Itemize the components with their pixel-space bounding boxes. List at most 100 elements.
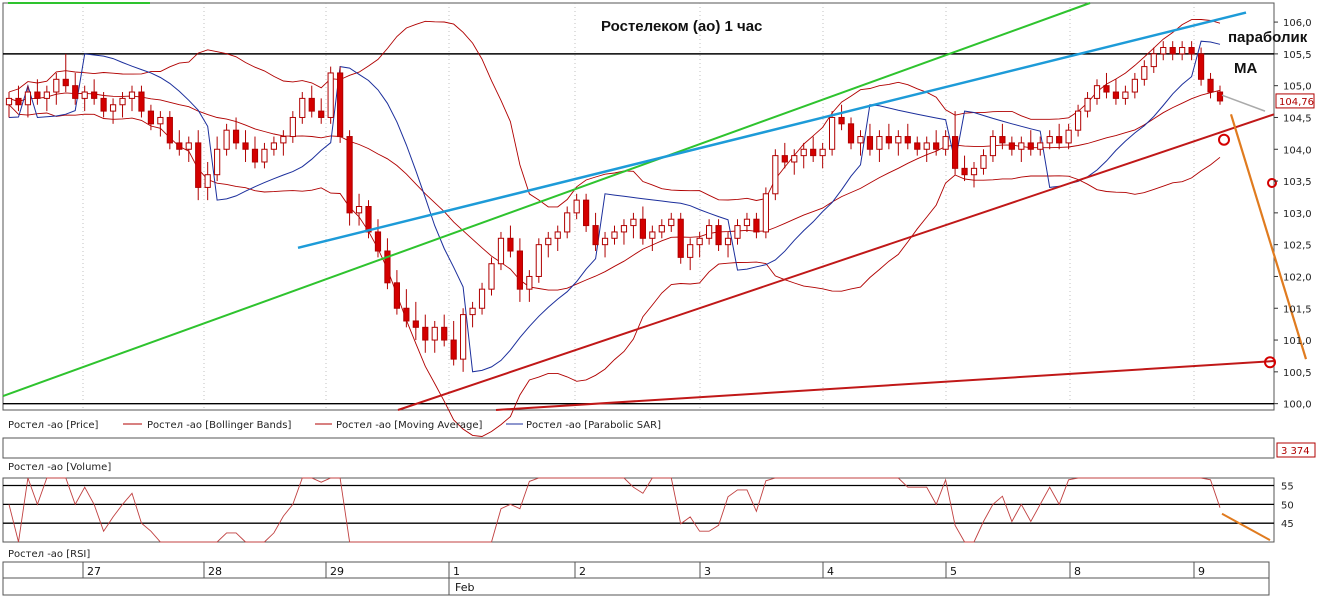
candle-body bbox=[1056, 136, 1063, 144]
date-label: 1 bbox=[453, 565, 460, 578]
candle-body bbox=[885, 136, 892, 144]
annotation-ma: MA bbox=[1234, 60, 1257, 77]
candle-body bbox=[365, 206, 372, 233]
candle-body bbox=[923, 142, 930, 150]
last-price-label: 104,76 bbox=[1279, 97, 1314, 108]
candle-body bbox=[649, 231, 656, 239]
candle-body bbox=[1018, 142, 1025, 150]
candle-body bbox=[128, 91, 136, 99]
candle-body bbox=[53, 78, 60, 93]
candle-body bbox=[242, 142, 249, 150]
candle-body bbox=[100, 97, 107, 112]
candle-body bbox=[895, 136, 902, 144]
candle-body bbox=[1084, 97, 1091, 112]
candle-body bbox=[5, 97, 13, 106]
candle-body bbox=[327, 72, 334, 118]
candle-body bbox=[34, 91, 41, 99]
candle-body bbox=[157, 116, 164, 125]
price-tick-label: 103,5 bbox=[1283, 177, 1312, 188]
rsi-plot-frame bbox=[2, 477, 1275, 543]
date-label: 9 bbox=[1198, 565, 1205, 578]
date-label: 4 bbox=[827, 565, 834, 578]
candle-body bbox=[620, 225, 628, 233]
date-label: 5 bbox=[950, 565, 957, 578]
candle-body bbox=[658, 225, 665, 233]
price-tick-label: 104,0 bbox=[1283, 145, 1312, 156]
date-label: 28 bbox=[208, 565, 222, 578]
candle-body bbox=[1169, 47, 1176, 55]
price-tick-label: 100,5 bbox=[1283, 368, 1312, 379]
candle-body bbox=[422, 326, 429, 341]
price-chart-svg: 106,0 105,5 105,0 104,5 104,0 103,5 103,0 102,5… bbox=[2, 2, 1316, 596]
legend-sar: Ростел -ао [Parabolic SAR] bbox=[526, 420, 661, 431]
candle-body bbox=[507, 237, 514, 252]
candle-body bbox=[611, 231, 618, 239]
rsi-tick-label: 45 bbox=[1281, 519, 1294, 530]
candle-body bbox=[431, 326, 438, 341]
candle-body bbox=[989, 136, 997, 157]
legend-bollinger: Ростел -ао [Bollinger Bands] bbox=[147, 420, 291, 431]
rsi-tick-label: 50 bbox=[1281, 500, 1294, 511]
candle-body bbox=[147, 110, 155, 125]
candle-body bbox=[1131, 78, 1138, 93]
annotation-parabolic: параболик bbox=[1228, 29, 1308, 46]
candle-body bbox=[1008, 142, 1015, 150]
candle-body bbox=[762, 193, 769, 233]
candle-body bbox=[724, 237, 732, 246]
candle-body bbox=[355, 206, 363, 214]
candle-body bbox=[1150, 53, 1157, 68]
candle-body bbox=[1074, 110, 1082, 131]
candle-body bbox=[914, 142, 921, 150]
candle-body bbox=[951, 136, 959, 169]
candle-body bbox=[601, 237, 609, 246]
candle-body bbox=[280, 136, 287, 144]
candle-body bbox=[166, 116, 173, 144]
candle-body bbox=[687, 244, 694, 258]
candle-body bbox=[1188, 47, 1195, 55]
candle-body bbox=[838, 116, 845, 125]
candle-body bbox=[1093, 85, 1101, 99]
candle-body bbox=[176, 142, 183, 150]
candle-body bbox=[195, 142, 202, 188]
candle-body bbox=[1216, 91, 1224, 102]
candle-body bbox=[337, 72, 344, 138]
candle-body bbox=[545, 237, 552, 246]
candle-body bbox=[904, 136, 911, 144]
rsi-label: Ростел -ао [RSI] bbox=[8, 549, 90, 560]
candle-body bbox=[1122, 91, 1129, 99]
chart-window: 106,0 105,5 105,0 104,5 104,0 103,5 103,0 102,5… bbox=[0, 0, 1318, 598]
candle-body bbox=[535, 244, 542, 277]
legend-price: Ростел -ао [Price] bbox=[8, 420, 99, 431]
candle-body bbox=[1197, 53, 1205, 80]
candle-body bbox=[289, 116, 296, 138]
candle-body bbox=[980, 155, 987, 169]
candle-body bbox=[204, 174, 211, 188]
candle-body bbox=[72, 85, 79, 99]
candle-body bbox=[1046, 136, 1053, 144]
price-tick-label: 106,0 bbox=[1283, 18, 1312, 29]
volume-plot-frame bbox=[2, 437, 1275, 459]
candle-body bbox=[696, 237, 703, 246]
price-tick-label: 101,5 bbox=[1283, 304, 1312, 315]
month-label: Feb bbox=[455, 581, 474, 594]
candle-body bbox=[999, 136, 1006, 144]
candle-body bbox=[876, 136, 883, 150]
date-label: 2 bbox=[579, 565, 586, 578]
candle-body bbox=[564, 212, 571, 233]
volume-last-value: 3 374 bbox=[1281, 446, 1310, 457]
candle-body bbox=[772, 155, 779, 195]
candle-body bbox=[819, 148, 826, 157]
candle-body bbox=[488, 263, 495, 290]
candle-body bbox=[223, 129, 230, 150]
candle-body bbox=[715, 225, 722, 246]
candle-body bbox=[734, 225, 741, 239]
candle-body bbox=[393, 282, 401, 309]
candle-body bbox=[961, 167, 968, 176]
price-tick-label: 105,0 bbox=[1283, 82, 1312, 93]
candle-body bbox=[24, 91, 32, 106]
candle-body bbox=[942, 136, 949, 150]
candle-body bbox=[743, 218, 751, 227]
candle-body bbox=[1037, 142, 1044, 150]
price-tick-label: 102,0 bbox=[1283, 272, 1312, 283]
candle-body bbox=[299, 97, 306, 118]
